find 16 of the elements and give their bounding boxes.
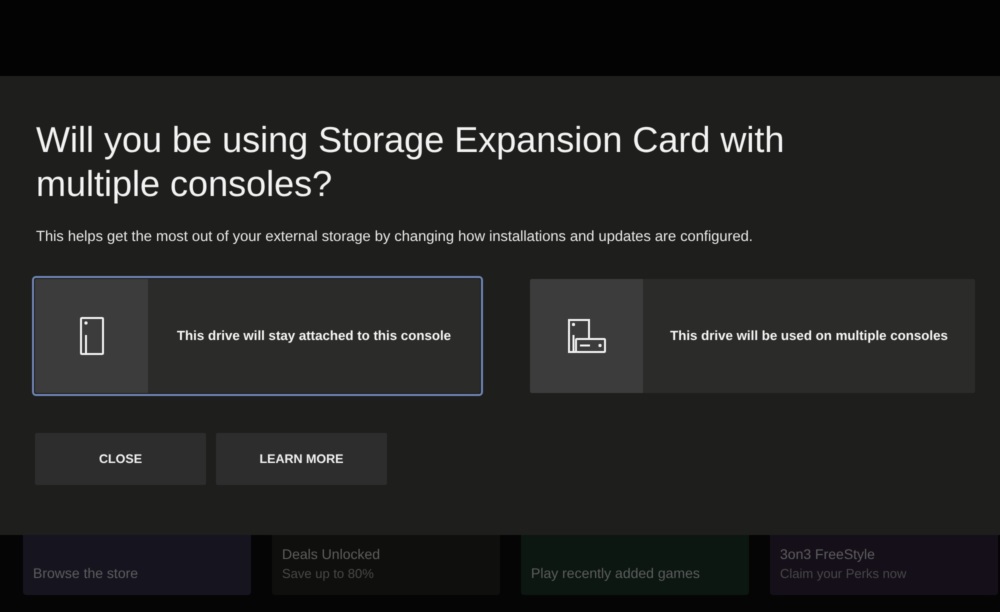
option-card[interactable]: This drive will stay attached to this console (32, 276, 483, 396)
tile-title: Play recently added games (531, 564, 701, 583)
dialog-description: This helps get the most out of your external storage by changing how installations and updates are configured. (36, 228, 753, 247)
option-card[interactable]: This drive will be used on multiple consoles (527, 276, 978, 396)
tile-title: Deals Unlocked (282, 545, 382, 564)
dialog-button[interactable]: CLOSE (35, 433, 206, 485)
dialog-title: Will you be using Storage Expansion Card with multiple consoles? (36, 118, 786, 206)
consoles-icon (568, 319, 606, 353)
console-icon (80, 317, 104, 355)
tile-subtitle: Claim your Perks now (780, 565, 908, 583)
tile-subtitle: Save up to 80% (282, 565, 375, 583)
tile-title: Browse the store (33, 564, 140, 583)
option-label: This drive will stay attached to this console (176, 327, 452, 346)
dialog-button[interactable]: LEARN MORE (216, 433, 387, 485)
option-label: This drive will be used on multiple consoles (670, 327, 948, 346)
tile-title: 3on3 FreeStyle (780, 545, 876, 564)
